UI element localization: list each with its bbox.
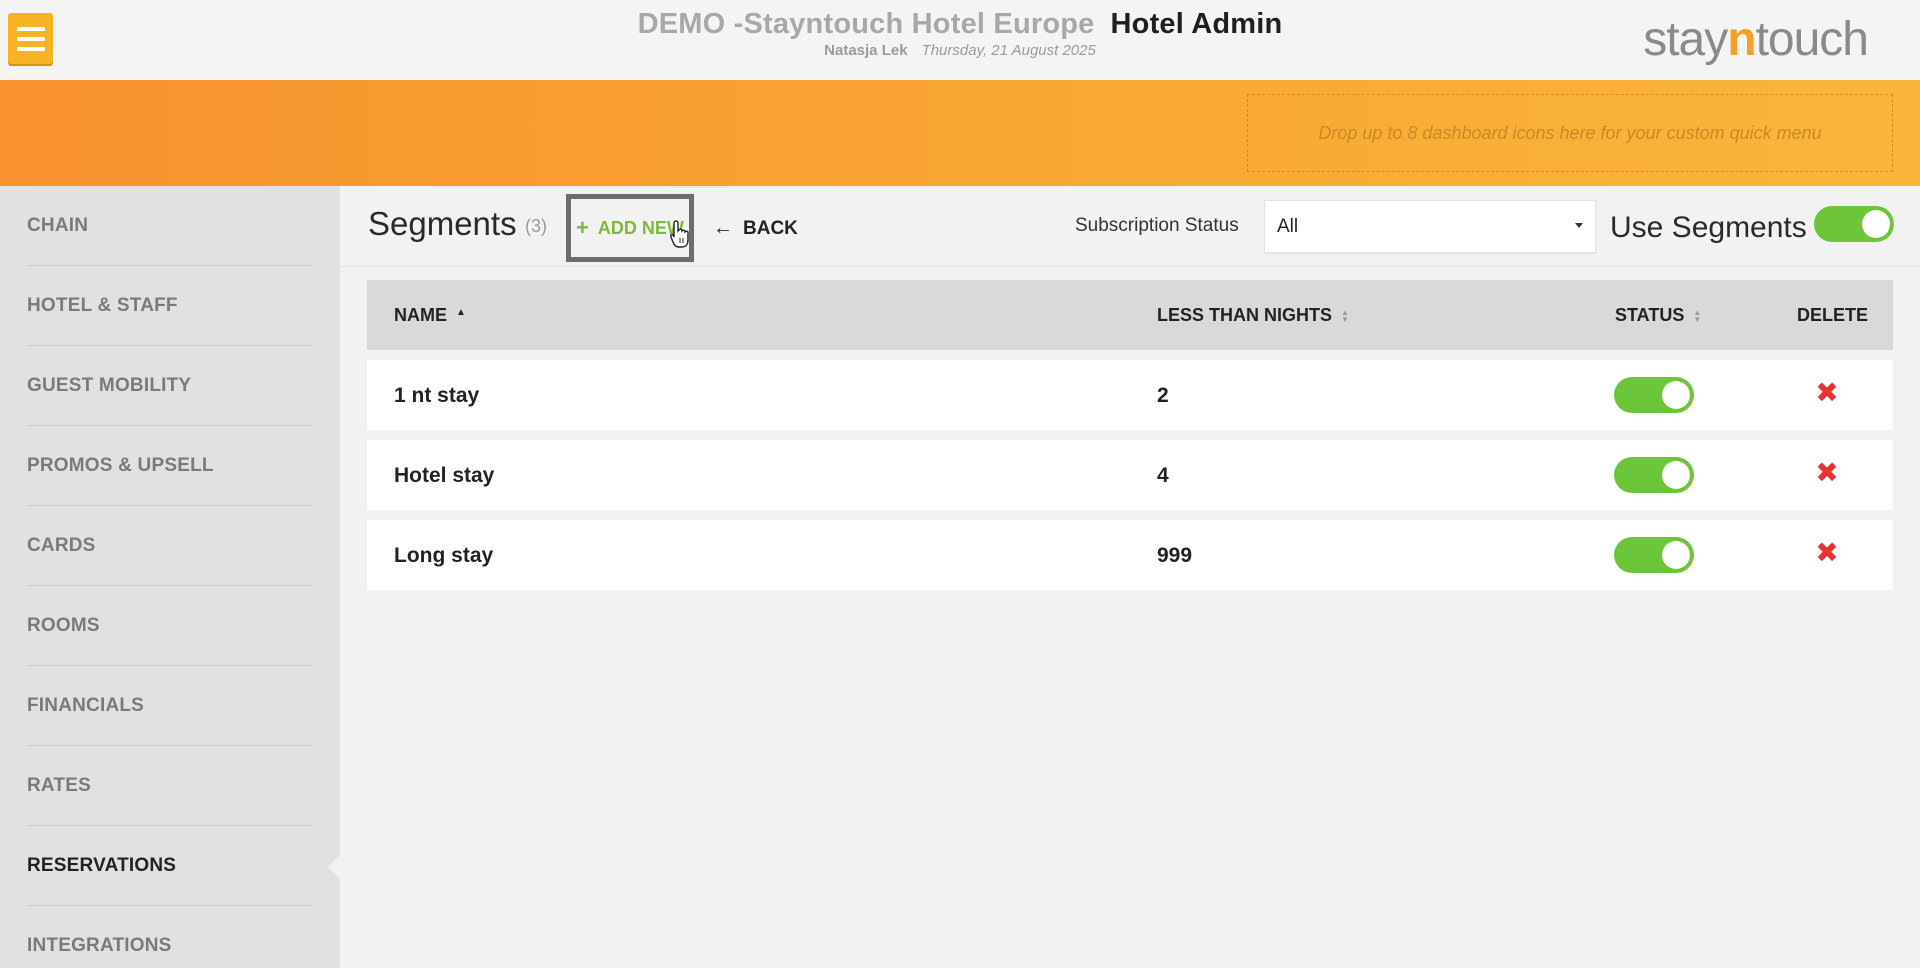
arrow-left-icon: ← — [713, 217, 733, 239]
table-row[interactable]: Hotel stay 4 ✖ — [367, 440, 1893, 510]
top-bar: DEMO -Stayntouch Hotel Europe Hotel Admin… — [0, 0, 1920, 80]
quick-menu-dropzone[interactable]: Drop up to 8 dashboard icons here for yo… — [1247, 94, 1893, 172]
status-toggle[interactable] — [1614, 377, 1694, 413]
delete-icon[interactable]: ✖ — [1815, 459, 1839, 487]
table-header: NAME ▲ LESS THAN NIGHTS ▲ ▼ STATUS ▲ ▼ DELETE — [367, 280, 1893, 350]
subscription-status-select[interactable]: All — [1264, 200, 1596, 253]
current-date: Thursday, 21 August 2025 — [921, 42, 1096, 59]
sidebar-item-guest-mobility[interactable]: GUEST MOBILITY — [27, 346, 313, 426]
column-header-less-than-nights[interactable]: LESS THAN NIGHTS ▲ ▼ — [1157, 305, 1349, 326]
sort-icon: ▲ ▼ — [1693, 307, 1702, 324]
segment-nights: 2 — [1157, 384, 1169, 407]
sidebar-item-integrations[interactable]: INTEGRATIONS — [27, 906, 313, 968]
stayntouch-logo: stayntouch — [1643, 13, 1869, 66]
status-toggle[interactable] — [1614, 537, 1694, 573]
sidebar: CHAIN HOTEL & STAFF GUEST MOBILITY PROMO… — [0, 186, 341, 968]
user-name: Natasja Lek — [824, 42, 908, 59]
page-title: Segments — [368, 205, 517, 242]
use-segments-label: Use Segments — [1610, 211, 1807, 244]
active-item-pointer — [328, 854, 341, 880]
sidebar-item-hotel-staff[interactable]: HOTEL & STAFF — [27, 266, 313, 346]
hotel-name: DEMO -Stayntouch Hotel Europe — [637, 8, 1095, 40]
sort-icon: ▲ ▼ — [1341, 307, 1349, 324]
sidebar-item-promos-upsell[interactable]: PROMOS & UPSELL — [27, 426, 313, 506]
table-row[interactable]: Long stay 999 ✖ — [367, 520, 1893, 590]
column-header-name[interactable]: NAME ▲ — [394, 305, 466, 326]
sidebar-item-reservations[interactable]: RESERVATIONS — [27, 826, 313, 906]
header-title: DEMO -Stayntouch Hotel Europe Hotel Admin — [0, 8, 1920, 41]
header-divider — [340, 266, 1920, 267]
sidebar-item-rates[interactable]: RATES — [27, 746, 313, 826]
sort-ascending-icon: ▲ — [456, 307, 466, 318]
sidebar-item-cards[interactable]: CARDS — [27, 506, 313, 586]
back-label: BACK — [743, 217, 798, 239]
table-row[interactable]: 1 nt stay 2 ✖ — [367, 360, 1893, 430]
segment-name: Hotel stay — [394, 464, 495, 487]
segment-name: Long stay — [394, 544, 494, 567]
sidebar-item-chain[interactable]: CHAIN — [27, 186, 313, 266]
hand-cursor-icon — [670, 220, 689, 248]
segment-nights: 4 — [1157, 464, 1169, 487]
delete-icon[interactable]: ✖ — [1815, 539, 1839, 567]
caret-down-icon — [1575, 223, 1583, 228]
subscription-status-label: Subscription Status — [1075, 215, 1239, 236]
column-header-delete: DELETE — [1797, 305, 1869, 325]
back-button[interactable]: ← BACK — [713, 217, 798, 240]
section-name: Hotel Admin — [1110, 8, 1283, 40]
sidebar-item-financials[interactable]: FINANCIALS — [27, 666, 313, 746]
segment-name: 1 nt stay — [394, 384, 480, 407]
segment-count: (3) — [525, 216, 547, 236]
segment-nights: 999 — [1157, 544, 1193, 567]
sidebar-item-rooms[interactable]: ROOMS — [27, 586, 313, 666]
delete-icon[interactable]: ✖ — [1815, 379, 1839, 407]
status-toggle[interactable] — [1614, 457, 1694, 493]
quick-menu-banner: Drop up to 8 dashboard icons here for yo… — [0, 80, 1920, 186]
column-header-status[interactable]: STATUS ▲ ▼ — [1615, 305, 1701, 326]
header-center: DEMO -Stayntouch Hotel Europe Hotel Admin… — [0, 8, 1920, 59]
use-segments-toggle[interactable] — [1814, 206, 1894, 242]
subscription-status-value: All — [1277, 215, 1299, 237]
header-subtitle: Natasja Lek Thursday, 21 August 2025 — [0, 42, 1920, 59]
plus-icon: + — [576, 215, 589, 240]
